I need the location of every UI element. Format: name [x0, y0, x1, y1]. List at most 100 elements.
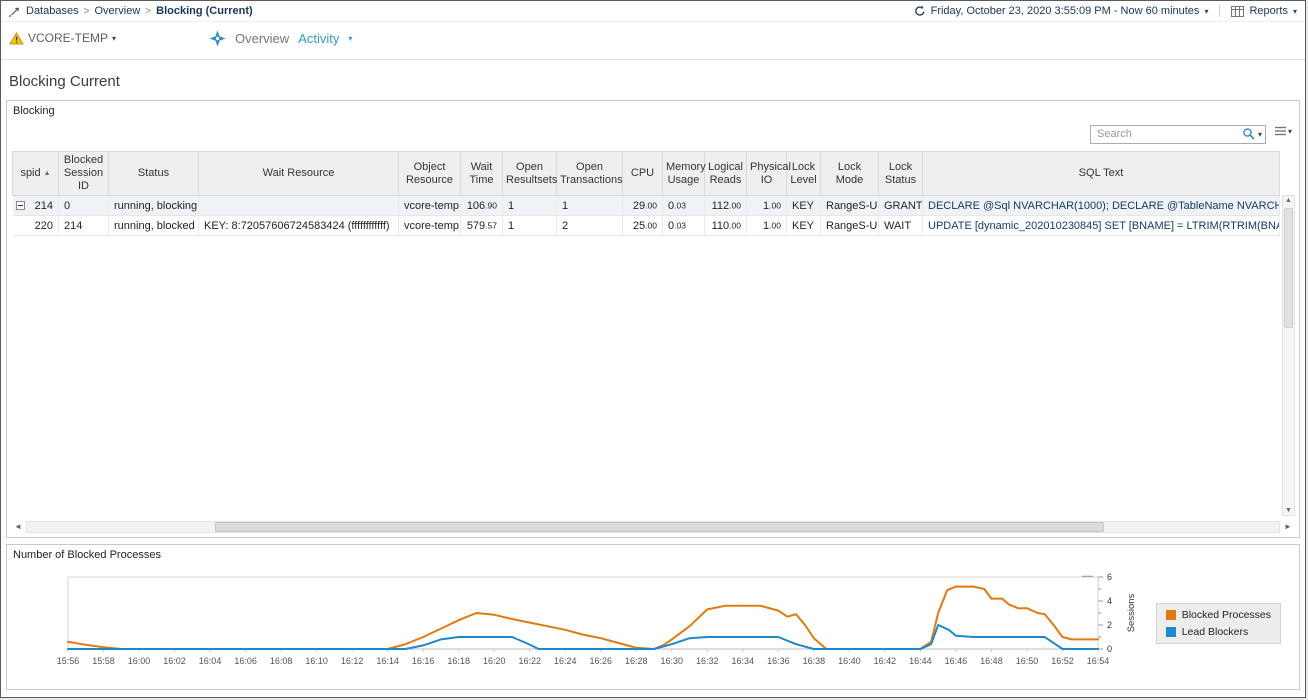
table-row[interactable]: 2140running, blockingvcore-temp106.90112…	[13, 196, 1280, 216]
chevron-down-icon: ▾	[1288, 127, 1292, 136]
svg-text:16:34: 16:34	[732, 656, 755, 666]
breadcrumb: Databases > Overview > Blocking (Current…	[9, 5, 253, 17]
chevron-down-icon[interactable]: ▾	[348, 34, 352, 43]
column-header-open_resultsets[interactable]: Open Resultsets	[503, 152, 557, 196]
column-header-object_resource[interactable]: Object Resource	[399, 152, 461, 196]
svg-text:16:38: 16:38	[803, 656, 826, 666]
column-header-cpu[interactable]: CPU	[623, 152, 663, 196]
svg-text:Sessions: Sessions	[1126, 593, 1137, 632]
breadcrumb-overview[interactable]: Overview	[94, 5, 140, 17]
chevron-down-icon[interactable]: ▾	[1293, 7, 1297, 16]
reports-icon	[1231, 6, 1244, 17]
cell-open_transactions: 1	[557, 196, 623, 216]
cell-sql_text: DECLARE @Sql NVARCHAR(1000); DECLARE @Ta…	[923, 196, 1280, 216]
svg-text:16:44: 16:44	[909, 656, 932, 666]
instance-row: VCORE-TEMP ▾ Overview Activity ▾	[1, 22, 1305, 59]
svg-text:16:30: 16:30	[661, 656, 684, 666]
column-header-lock_level[interactable]: Lock Level	[787, 152, 821, 196]
svg-text:16:04: 16:04	[199, 656, 222, 666]
svg-text:15:56: 15:56	[57, 656, 80, 666]
tab-overview[interactable]: Overview	[235, 31, 289, 46]
vertical-scrollbar[interactable]: ▲ ▼	[1282, 195, 1295, 516]
cell-lock_status: GRANT	[879, 196, 923, 216]
cell-memory_usage: 0.03	[663, 216, 705, 236]
column-header-lock_mode[interactable]: Lock Mode	[821, 152, 879, 196]
time-refresh-icon	[914, 5, 926, 17]
panel-menu-icon[interactable]: ▾	[1275, 126, 1292, 136]
column-header-status[interactable]: Status	[109, 152, 199, 196]
scroll-left-icon[interactable]: ◄	[11, 520, 25, 534]
collapse-row-icon[interactable]	[16, 201, 25, 210]
column-header-memory_usage[interactable]: Memory Usage	[663, 152, 705, 196]
blocked-processes-panel: Number of Blocked Processes ▾ 15:5615:58…	[6, 544, 1300, 690]
time-range-selector[interactable]: Friday, October 23, 2020 3:55:09 PM - No…	[931, 5, 1200, 17]
svg-text:0: 0	[1107, 644, 1112, 654]
svg-text:16:54: 16:54	[1087, 656, 1110, 666]
svg-text:16:20: 16:20	[483, 656, 506, 666]
svg-text:16:24: 16:24	[554, 656, 577, 666]
svg-text:16:48: 16:48	[980, 656, 1003, 666]
svg-text:16:08: 16:08	[270, 656, 293, 666]
cell-open_resultsets: 1	[503, 196, 557, 216]
scroll-right-icon[interactable]: ►	[1281, 520, 1295, 534]
page-title: Blocking Current	[1, 60, 1305, 98]
svg-text:16:50: 16:50	[1016, 656, 1039, 666]
cell-blocked_session_id: 0	[59, 196, 109, 216]
svg-text:16:32: 16:32	[696, 656, 719, 666]
vertical-scroll-thumb[interactable]	[1284, 208, 1293, 328]
scroll-up-icon[interactable]: ▲	[1283, 197, 1294, 204]
search-input[interactable]	[1090, 125, 1266, 144]
cell-lock_mode: RangeS-U	[821, 216, 879, 236]
column-header-wait_resource[interactable]: Wait Resource	[199, 152, 399, 196]
table-row[interactable]: 220214running, blockedKEY: 8:72057606724…	[13, 216, 1280, 236]
blocked-processes-chart: 15:5615:5816:0016:0216:0416:0616:0816:10…	[12, 569, 1152, 681]
databases-icon	[9, 5, 21, 17]
cell-physical_io: 1.00	[747, 216, 787, 236]
breadcrumb-databases[interactable]: Databases	[26, 5, 79, 17]
cell-wait_resource	[199, 196, 399, 216]
scroll-down-icon[interactable]: ▼	[1283, 507, 1294, 514]
cell-wait_resource: KEY: 8:72057606724583424 (ffffffffffff)	[199, 216, 399, 236]
cell-wait_time: 579.57	[461, 216, 503, 236]
cell-spid: 214	[13, 196, 59, 216]
column-header-logical_reads[interactable]: Logical Reads	[705, 152, 747, 196]
cell-wait_time: 106.90	[461, 196, 503, 216]
svg-text:16:02: 16:02	[163, 656, 186, 666]
chevron-down-icon[interactable]: ▾	[112, 34, 116, 43]
column-header-spid[interactable]: spid▲	[13, 152, 59, 196]
svg-text:16:06: 16:06	[234, 656, 257, 666]
chart-area: 15:5615:5816:0016:0216:0416:0616:0816:10…	[12, 569, 1152, 686]
chevron-down-icon[interactable]: ▾	[1258, 130, 1262, 139]
column-header-blocked_session_id[interactable]: Blocked Session ID	[59, 152, 109, 196]
cell-status: running, blocking	[109, 196, 199, 216]
sort-asc-icon: ▲	[44, 170, 51, 177]
column-header-lock_status[interactable]: Lock Status	[879, 152, 923, 196]
column-header-physical_io[interactable]: Physical IO	[747, 152, 787, 196]
lead-blockers-swatch	[1166, 627, 1176, 637]
column-header-open_transactions[interactable]: Open Transactions	[557, 152, 623, 196]
column-header-wait_time[interactable]: Wait Time	[461, 152, 503, 196]
warning-icon	[9, 32, 24, 45]
search-icon[interactable]	[1242, 127, 1256, 141]
svg-text:16:14: 16:14	[376, 656, 399, 666]
cell-cpu: 29.00	[623, 196, 663, 216]
chevron-down-icon[interactable]: ▾	[1204, 7, 1208, 16]
svg-text:16:16: 16:16	[412, 656, 435, 666]
column-header-sql_text[interactable]: SQL Text	[923, 152, 1280, 196]
horizontal-scrollbar[interactable]: ◄ ►	[11, 520, 1295, 534]
cell-lock_status: WAIT	[879, 216, 923, 236]
svg-text:16:12: 16:12	[341, 656, 364, 666]
instance-selector[interactable]: VCORE-TEMP ▾	[9, 31, 116, 45]
cell-spid: 220	[13, 216, 59, 236]
panel-title: Blocking	[13, 105, 55, 117]
svg-text:16:36: 16:36	[767, 656, 790, 666]
blocked-processes-swatch	[1166, 610, 1176, 620]
reports-button[interactable]: Reports	[1249, 5, 1288, 17]
horizontal-scroll-thumb[interactable]	[215, 522, 1104, 532]
legend-label: Blocked Processes	[1182, 609, 1271, 621]
cell-cpu: 25.00	[623, 216, 663, 236]
horizontal-scroll-track[interactable]	[26, 521, 1280, 533]
svg-text:16:26: 16:26	[589, 656, 612, 666]
tab-activity[interactable]: Activity	[298, 31, 339, 46]
cell-physical_io: 1.00	[747, 196, 787, 216]
